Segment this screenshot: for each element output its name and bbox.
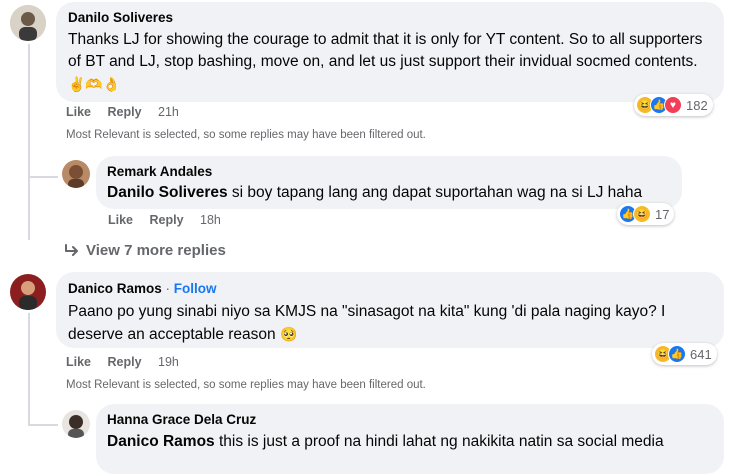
follow-button[interactable]: Follow — [174, 281, 217, 296]
comment-author-row: Danico Ramos · Follow — [68, 281, 217, 296]
reaction-summary[interactable]: 😆 👍 641 — [652, 343, 717, 365]
reaction-count: 641 — [690, 346, 712, 362]
comment-actions: Like Reply 21h — [66, 105, 192, 119]
thread-line — [28, 44, 30, 240]
comment-author[interactable]: Hanna Grace Dela Cruz — [107, 412, 256, 427]
comment-actions: Like Reply 19h — [66, 355, 192, 369]
comment-body: si boy tapang lang ang dapat suportahan … — [227, 184, 643, 201]
love-reaction-icon: ♥ — [664, 96, 682, 114]
comment-actions: Like Reply 18h — [108, 213, 234, 227]
avatar-remark-andales[interactable] — [62, 160, 90, 188]
mention-link[interactable]: Danilo Soliveres — [107, 184, 228, 201]
comment-emojis: ✌️🫶👌 — [68, 76, 121, 92]
comment-timestamp[interactable]: 21h — [158, 105, 179, 119]
like-button[interactable]: Like — [66, 355, 91, 369]
like-button[interactable]: Like — [66, 105, 91, 119]
reaction-summary[interactable]: 👍 😆 17 — [617, 203, 675, 225]
reply-button[interactable]: Reply — [150, 213, 184, 227]
comment-body: this is just a proof na hindi lahat ng n… — [214, 433, 664, 450]
comment-text: Paano po yung sinabi niyo sa KMJS na "si… — [68, 301, 714, 346]
comment-body: Paano po yung sinabi niyo sa KMJS na "si… — [68, 303, 666, 343]
reply-button[interactable]: Reply — [108, 105, 142, 119]
haha-reaction-icon: 😆 — [633, 205, 651, 223]
like-button[interactable]: Like — [108, 213, 133, 227]
comment-text: Danilo Soliveres si boy tapang lang ang … — [107, 182, 677, 204]
avatar-hanna-grace-dela-cruz[interactable] — [62, 410, 90, 438]
comment-text: Danico Ramos this is just a proof na hin… — [107, 431, 717, 453]
like-reaction-icon: 👍 — [668, 345, 686, 363]
thread-line — [28, 313, 30, 425]
reply-button[interactable]: Reply — [108, 355, 142, 369]
reaction-count: 182 — [686, 97, 708, 113]
reaction-summary[interactable]: 😆 👍 ♥ 182 — [634, 94, 713, 116]
comment-author[interactable]: Danico Ramos — [68, 281, 162, 296]
comment-author[interactable]: Danilo Soliveres — [68, 10, 173, 25]
reaction-count: 17 — [655, 206, 670, 222]
comment-emoji: 🥺 — [279, 326, 298, 342]
thread-branch — [28, 176, 58, 178]
avatar-danico-ramos[interactable] — [10, 274, 46, 310]
arrow-turn-icon — [65, 244, 78, 257]
comment-timestamp[interactable]: 18h — [200, 213, 221, 227]
comment-text: Thanks LJ for showing the courage to adm… — [68, 29, 714, 96]
thread-branch — [28, 424, 58, 426]
filter-note: Most Relevant is selected, so some repli… — [66, 129, 426, 141]
filter-note: Most Relevant is selected, so some repli… — [66, 379, 426, 391]
mention-link[interactable]: Danico Ramos — [107, 433, 215, 450]
avatar-danilo-soliveres[interactable] — [10, 5, 46, 41]
comment-author[interactable]: Remark Andales — [107, 164, 212, 179]
view-more-replies-button[interactable]: View 7 more replies — [64, 242, 226, 259]
comment-body: Thanks LJ for showing the courage to adm… — [68, 31, 703, 70]
comment-timestamp[interactable]: 19h — [158, 355, 179, 369]
separator-dot: · — [161, 281, 174, 296]
view-more-label: View 7 more replies — [86, 242, 226, 259]
